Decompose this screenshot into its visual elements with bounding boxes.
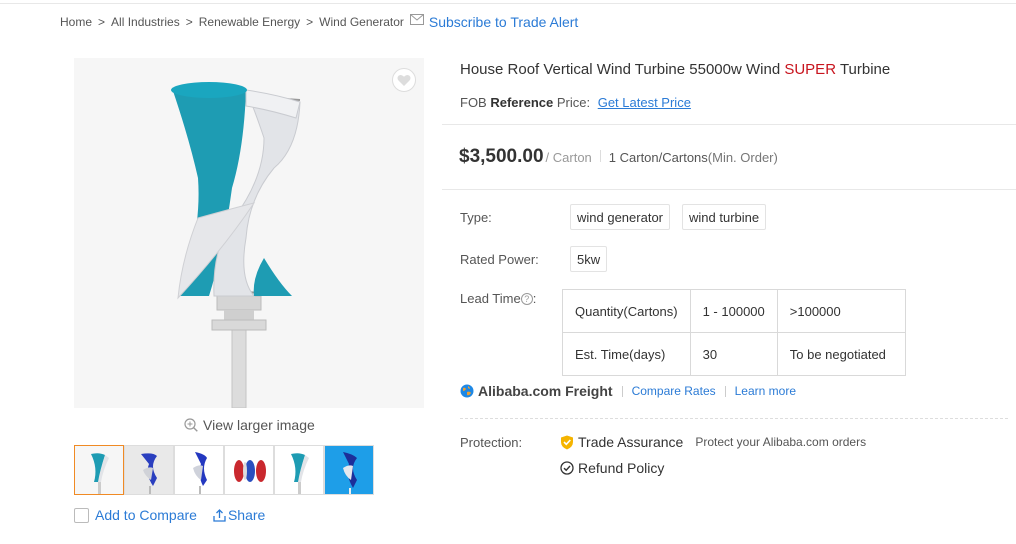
lead-time-label-wrap: Lead Time?: bbox=[460, 291, 537, 306]
add-to-compare-link[interactable]: Add to Compare bbox=[95, 507, 197, 523]
lead-time-table: Quantity(Cartons) 1 - 100000 >100000 Est… bbox=[562, 289, 906, 376]
main-product-image[interactable] bbox=[74, 58, 424, 408]
fob-reference: Reference bbox=[490, 95, 554, 110]
share-button[interactable]: Share bbox=[213, 507, 265, 523]
trade-assurance-description: Protect your Alibaba.com orders bbox=[695, 435, 867, 449]
check-circle-icon bbox=[560, 461, 574, 475]
zoom-in-icon bbox=[184, 418, 198, 432]
min-order-quantity: 1 Carton/Cartons bbox=[608, 150, 708, 165]
compare-rates-link[interactable]: Compare Rates bbox=[632, 384, 716, 398]
freight-separator bbox=[621, 385, 623, 397]
type-label: Type: bbox=[460, 210, 492, 225]
table-cell: Quantity(Cartons) bbox=[562, 289, 691, 333]
rated-power-label: Rated Power: bbox=[460, 252, 539, 267]
breadcrumb-home[interactable]: Home bbox=[60, 15, 92, 29]
add-to-compare-checkbox[interactable] bbox=[74, 507, 89, 523]
breadcrumb: Home > All Industries > Renewable Energy… bbox=[60, 12, 578, 32]
product-title-main: House Roof Vertical Wind Turbine 55000w … bbox=[460, 61, 781, 78]
breadcrumb-separator: > bbox=[98, 15, 106, 29]
thumbnail-5[interactable] bbox=[274, 445, 324, 495]
price-row: $3,500.00 / Carton 1 Carton/Cartons(Min.… bbox=[459, 146, 778, 168]
freight-row: Alibaba.com Freight Compare Rates Learn … bbox=[460, 383, 796, 399]
freight-brand: Alibaba.com Freight bbox=[478, 383, 613, 399]
thumbnail-4[interactable] bbox=[224, 445, 274, 495]
price-unit: / Carton bbox=[545, 150, 592, 165]
section-divider bbox=[442, 124, 1016, 125]
refund-policy-label[interactable]: Refund Policy bbox=[578, 460, 664, 476]
learn-more-link[interactable]: Learn more bbox=[735, 384, 796, 398]
view-larger-label: View larger image bbox=[203, 417, 315, 433]
top-divider bbox=[0, 3, 1016, 4]
share-label: Share bbox=[227, 507, 266, 523]
protection-label: Protection: bbox=[460, 435, 523, 450]
thumbnail-strip bbox=[74, 445, 374, 495]
table-row: Est. Time(days) 30 To be negotiated bbox=[562, 332, 906, 376]
trade-assurance-shield-icon bbox=[561, 435, 573, 449]
price-separator bbox=[599, 150, 601, 162]
favorite-heart-button[interactable] bbox=[392, 68, 416, 92]
type-tag-wind-turbine[interactable]: wind turbine bbox=[682, 204, 767, 230]
help-icon[interactable]: ? bbox=[520, 293, 533, 305]
table-cell: >100000 bbox=[776, 289, 906, 333]
rated-power-tag[interactable]: 5kw bbox=[570, 246, 608, 272]
type-tag-wind-generator[interactable]: wind generator bbox=[570, 204, 670, 230]
globe-icon bbox=[460, 384, 474, 398]
mail-icon bbox=[409, 13, 424, 25]
subscribe-trade-alert-link[interactable]: Subscribe to Trade Alert bbox=[409, 13, 579, 30]
fob-prefix: FOB bbox=[460, 95, 487, 110]
refund-policy-row: Refund Policy bbox=[560, 460, 664, 476]
subscribe-trade-alert-label: Subscribe to Trade Alert bbox=[428, 14, 579, 30]
breadcrumb-separator: > bbox=[185, 15, 193, 29]
share-icon bbox=[213, 508, 226, 522]
dashed-divider bbox=[460, 418, 1008, 419]
freight-separator bbox=[724, 385, 726, 397]
fob-price-label: Price: bbox=[556, 95, 591, 110]
get-latest-price-link[interactable]: Get Latest Price bbox=[598, 95, 691, 110]
table-row: Quantity(Cartons) 1 - 100000 >100000 bbox=[562, 289, 906, 333]
product-title: House Roof Vertical Wind Turbine 55000w … bbox=[460, 61, 890, 78]
vertical-wind-turbine-image bbox=[74, 58, 424, 408]
table-cell: Est. Time(days) bbox=[562, 332, 691, 376]
fob-reference-price: FOB Reference Price: Get Latest Price bbox=[460, 95, 691, 110]
section-divider bbox=[442, 189, 1016, 190]
breadcrumb-all-industries[interactable]: All Industries bbox=[111, 15, 180, 29]
heart-icon bbox=[397, 74, 411, 86]
product-title-super: SUPER bbox=[784, 61, 837, 78]
min-order-note: (Min. Order) bbox=[707, 150, 778, 165]
table-cell: 30 bbox=[689, 332, 778, 376]
thumbnail-6[interactable] bbox=[324, 445, 374, 495]
table-cell: To be negotiated bbox=[776, 332, 906, 376]
breadcrumb-separator: > bbox=[306, 15, 314, 29]
min-order: 1 Carton/Cartons(Min. Order) bbox=[609, 150, 778, 165]
trade-assurance-label[interactable]: Trade Assurance bbox=[578, 434, 683, 450]
breadcrumb-renewable-energy[interactable]: Renewable Energy bbox=[199, 15, 300, 29]
table-cell: 1 - 100000 bbox=[689, 289, 778, 333]
thumbnail-3[interactable] bbox=[174, 445, 224, 495]
lead-time-label: Lead Time bbox=[460, 291, 521, 306]
compare-share-row: Add to Compare Share bbox=[74, 507, 265, 523]
thumbnail-2[interactable] bbox=[124, 445, 174, 495]
trade-assurance-row: Trade Assurance Protect your Alibaba.com… bbox=[560, 434, 866, 450]
product-price: $3,500.00 bbox=[459, 146, 544, 167]
breadcrumb-wind-generator[interactable]: Wind Generator bbox=[319, 15, 404, 29]
product-title-tail: Turbine bbox=[839, 61, 891, 78]
view-larger-image-link[interactable]: View larger image bbox=[184, 417, 315, 433]
thumbnail-1[interactable] bbox=[74, 445, 124, 495]
